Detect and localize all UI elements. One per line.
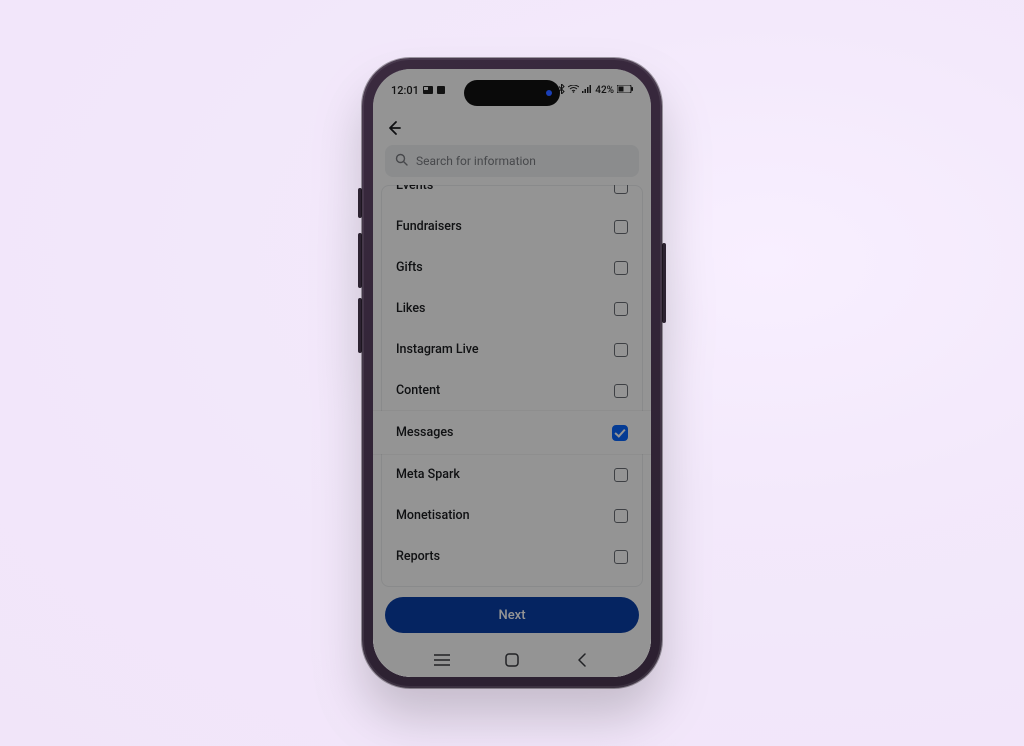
list-item[interactable]: Content [382,370,642,411]
phone-frame: 12:01 [362,58,662,688]
checkbox-unchecked-icon[interactable] [614,261,628,275]
search-icon [395,153,408,169]
list-item[interactable]: Likes [382,288,642,329]
list-item[interactable]: Fundraisers [382,206,642,247]
list-item-highlighted[interactable]: Messages [373,411,651,454]
list-item[interactable]: Meta Spark [382,454,642,495]
back-button[interactable] [385,119,403,137]
phone-mockup: 12:01 [362,58,662,688]
search-container: Search for information [373,145,651,185]
list-item[interactable]: Reports [382,536,642,577]
search-input[interactable]: Search for information [385,145,639,177]
search-placeholder: Search for information [416,154,536,168]
list-item[interactable]: Saved [382,577,642,587]
recents-button[interactable] [430,653,454,667]
options-list[interactable]: Events Fundraisers Gifts Likes [373,185,651,587]
list-item-label: Likes [396,301,425,316]
footer: Next [373,587,651,643]
status-battery: 42% [595,85,614,96]
camera-indicator-icon [546,90,552,96]
top-bar [373,111,651,145]
screen: 12:01 [373,69,651,677]
checkbox-unchecked-icon[interactable] [614,343,628,357]
list-card: Events Fundraisers Gifts Likes [381,185,643,587]
status-time: 12:01 [391,84,419,97]
signal-icon [582,85,592,96]
card-icon [423,84,433,97]
app-content: Search for information Events Fundraiser… [373,111,651,677]
checkbox-unchecked-icon[interactable] [614,468,628,482]
back-nav-button[interactable] [570,653,594,667]
app-icon [437,84,445,97]
list-item-label: Messages [396,425,453,440]
next-button[interactable]: Next [385,597,639,633]
android-nav-bar [373,643,651,677]
battery-icon [617,85,633,96]
list-item-label: Reports [396,549,440,564]
list-item[interactable]: Monetisation [382,495,642,536]
list-item-label: Gifts [396,260,423,275]
list-item-label: Fundraisers [396,219,462,234]
wifi-icon [568,85,579,96]
next-button-label: Next [498,608,525,623]
list-item-label: Instagram Live [396,342,479,357]
list-item[interactable]: Instagram Live [382,329,642,370]
checkbox-unchecked-icon[interactable] [614,509,628,523]
checkbox-unchecked-icon[interactable] [614,550,628,564]
checkbox-unchecked-icon[interactable] [614,384,628,398]
list-item[interactable]: Events [382,186,642,206]
dynamic-island [464,80,560,106]
checkbox-unchecked-icon[interactable] [614,220,628,234]
list-item[interactable]: Gifts [382,247,642,288]
list-item-label: Monetisation [396,508,470,523]
checkbox-unchecked-icon[interactable] [614,302,628,316]
home-button[interactable] [500,652,524,668]
power-button [662,243,666,323]
checkbox-checked-icon[interactable] [612,425,628,441]
list-item-label: Events [396,185,433,193]
list-item-label: Content [396,383,440,398]
checkbox-unchecked-icon[interactable] [614,185,628,194]
list-item-label: Meta Spark [396,467,460,482]
